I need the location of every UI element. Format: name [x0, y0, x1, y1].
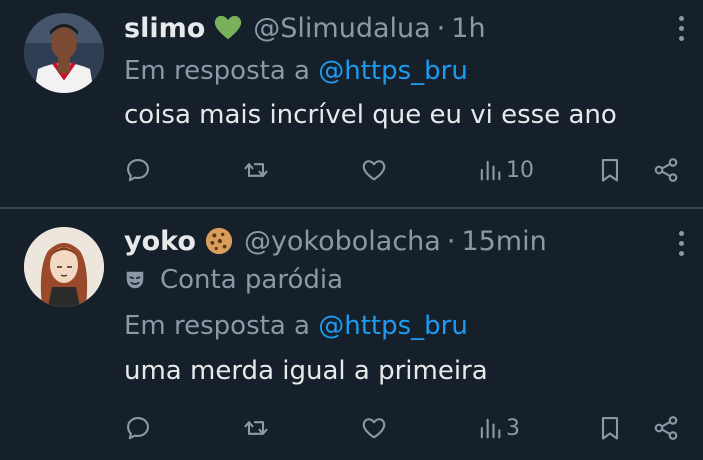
- retweet-button[interactable]: [242, 410, 270, 446]
- action-bar: 3: [124, 410, 703, 446]
- timestamp[interactable]: 15min: [461, 226, 546, 257]
- avatar-image: [24, 227, 104, 307]
- separator-dot: ·: [446, 225, 456, 257]
- views-chart-icon: [480, 418, 501, 439]
- cookie-icon: [205, 227, 233, 255]
- more-options-button[interactable]: [677, 231, 685, 256]
- bookmark-icon: [601, 417, 619, 440]
- views-button[interactable]: 3: [476, 410, 520, 446]
- views-count: 3: [506, 415, 520, 441]
- tweet-header: yoko @yokobolacha · 15min: [124, 223, 547, 259]
- tweet-text: uma merda igual a primeira: [124, 356, 488, 386]
- parody-label: Conta paródia: [124, 265, 343, 295]
- avatar[interactable]: [24, 227, 104, 307]
- display-name[interactable]: yoko: [124, 226, 196, 257]
- more-dot: [678, 241, 684, 246]
- reply-button[interactable]: [124, 410, 152, 446]
- like-button[interactable]: [360, 410, 388, 446]
- reply-context: Em resposta a @https_bru: [124, 311, 468, 341]
- heart-icon: [362, 418, 386, 439]
- more-dot: [678, 231, 684, 236]
- reply-to-link[interactable]: @https_bru: [318, 311, 468, 341]
- reply-prefix: Em resposta a: [124, 311, 310, 341]
- bookmark-button[interactable]: [596, 410, 624, 446]
- share-button[interactable]: [652, 410, 680, 446]
- tweet-card[interactable]: yoko @yokobolacha · 15min Conta paródia: [0, 0, 703, 460]
- reply-icon: [127, 417, 149, 440]
- more-dot: [678, 251, 684, 256]
- retweet-icon: [244, 421, 268, 435]
- parody-mask-icon: [126, 271, 144, 289]
- user-handle[interactable]: @yokobolacha: [244, 226, 441, 257]
- share-icon: [654, 416, 678, 440]
- parody-label-text: Conta paródia: [160, 265, 344, 295]
